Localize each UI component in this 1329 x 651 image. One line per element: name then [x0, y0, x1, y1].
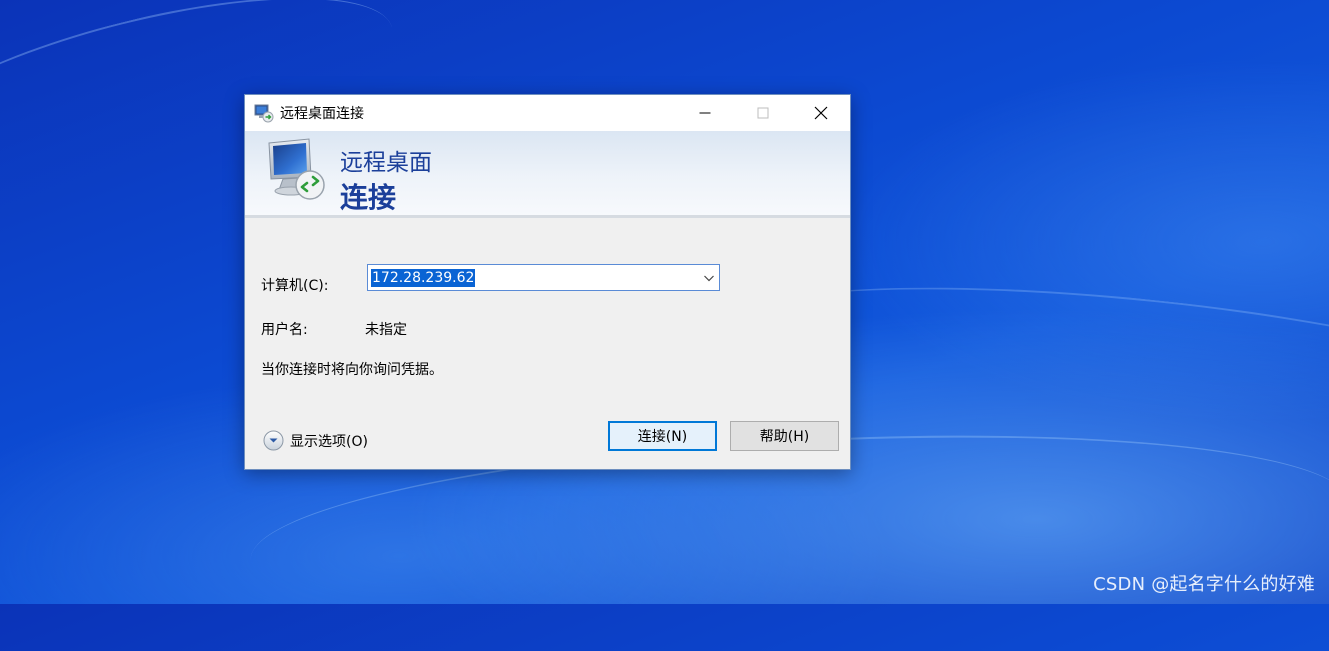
banner-title-line1: 远程桌面 — [340, 150, 432, 176]
computer-combobox[interactable]: 172.28.239.62 — [367, 264, 720, 291]
title-bar[interactable]: 远程桌面连接 — [245, 95, 850, 131]
close-button[interactable] — [792, 95, 850, 131]
maximize-icon — [757, 107, 769, 119]
maximize-button[interactable] — [734, 95, 792, 131]
minimize-button[interactable] — [676, 95, 734, 131]
computer-input-value[interactable]: 172.28.239.62 — [371, 269, 476, 287]
expand-down-icon[interactable] — [263, 430, 284, 451]
remote-desktop-monitor-icon — [263, 137, 331, 203]
username-label: 用户名: — [261, 322, 308, 338]
username-value: 未指定 — [365, 322, 407, 338]
connect-button[interactable]: 连接(N) — [608, 421, 717, 451]
minimize-icon — [699, 112, 711, 114]
remote-desktop-icon — [254, 103, 274, 123]
show-options-toggle[interactable]: 显示选项(O) — [263, 430, 368, 451]
show-options-label[interactable]: 显示选项(O) — [290, 431, 368, 451]
chevron-down-icon[interactable] — [703, 272, 715, 284]
remote-desktop-window: 远程桌面连接 远程桌面 连接 计算机(C): 172.28.239.62 用户名… — [244, 94, 851, 470]
dialog-banner: 远程桌面 连接 — [245, 131, 850, 218]
help-button[interactable]: 帮助(H) — [730, 421, 839, 451]
window-title: 远程桌面连接 — [280, 106, 364, 122]
watermark-text: CSDN @起名字什么的好难 — [1093, 574, 1315, 595]
banner-title-line2: 连接 — [340, 181, 397, 214]
credentials-note: 当你连接时将向你询问凭据。 — [261, 362, 443, 378]
computer-label: 计算机(C): — [261, 278, 329, 294]
close-icon — [814, 106, 828, 120]
